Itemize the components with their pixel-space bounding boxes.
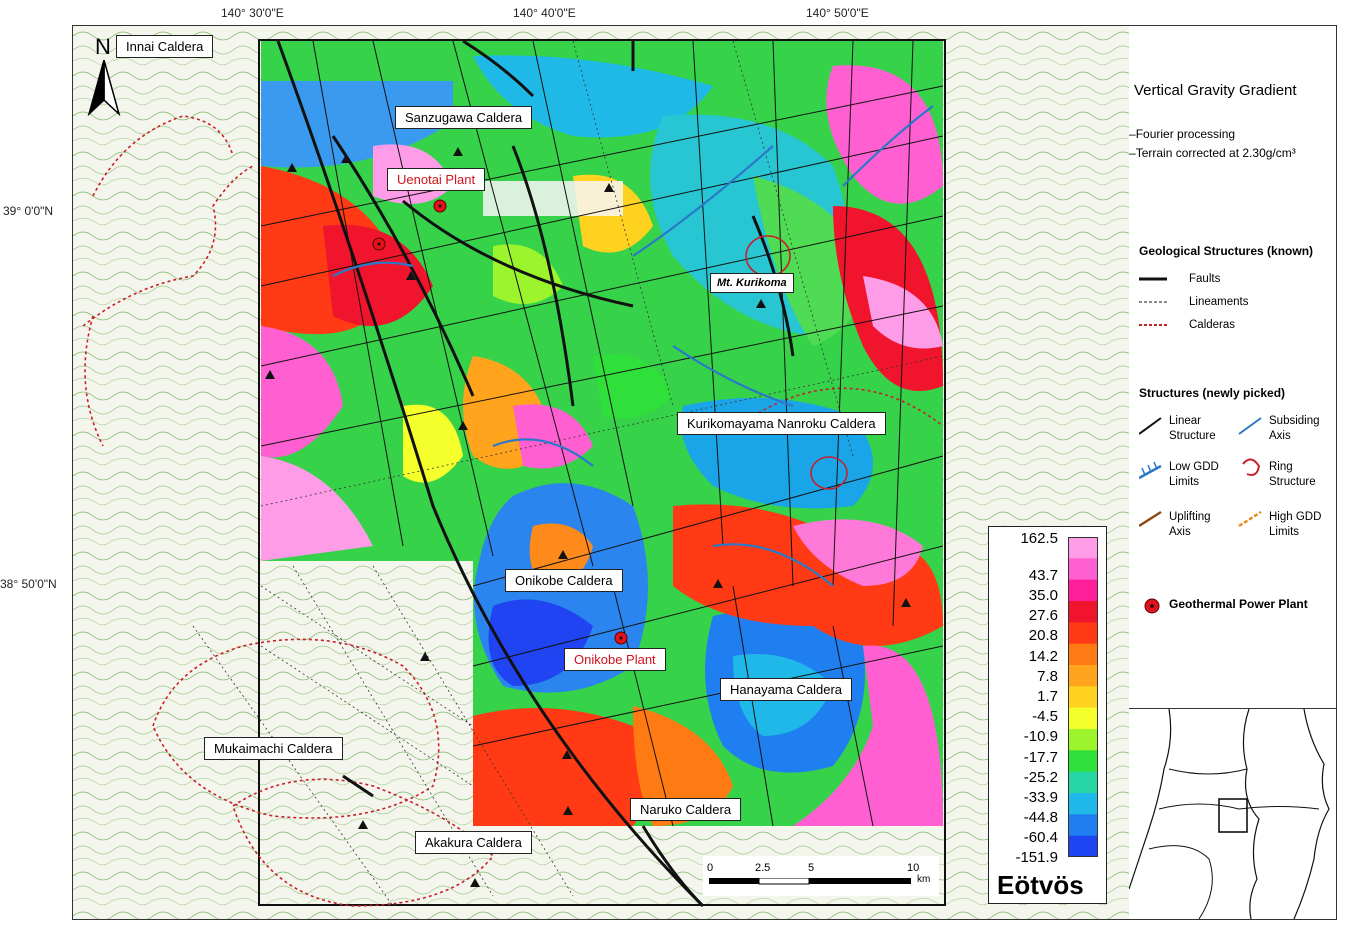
- callout-sanzugawa-caldera[interactable]: Sanzugawa Caldera: [395, 106, 533, 129]
- colorbar-label: -60.4: [1023, 829, 1058, 846]
- legend-lowgdd-line1: Low GDD: [1169, 461, 1219, 473]
- legend-subsiding-line2: Axis: [1269, 430, 1291, 442]
- legend-panel: Vertical Gravity Gradient –Fourier proce…: [1129, 25, 1337, 710]
- map-canvas: [73, 26, 1130, 919]
- callout-hanayama-caldera[interactable]: Hanayama Caldera: [720, 678, 853, 701]
- lon-label-40: 140° 40'0"E: [513, 6, 576, 20]
- colorbar-label: -151.9: [1015, 849, 1058, 866]
- colorbar-label: -44.8: [1023, 809, 1058, 826]
- colorbar-label: 14.2: [1028, 648, 1058, 665]
- scale-bar-graphic: [709, 878, 911, 885]
- legend-uplift-line1: Uplifting: [1169, 511, 1211, 523]
- colorbar: 162.5 43.7 35.0 27.6 20.8 14.2 7.8 1.7 -…: [988, 526, 1107, 904]
- north-arrow-icon: [87, 60, 121, 116]
- colorbar-label: 162.5: [1020, 530, 1058, 547]
- legend-linear-line1: Linear: [1169, 415, 1201, 427]
- colorbar-label: -25.2: [1023, 769, 1058, 786]
- colorbar-swatch: [1068, 686, 1098, 709]
- colorbar-swatch: [1068, 707, 1098, 730]
- legend-lineaments: Lineaments: [1189, 296, 1249, 308]
- colorbar-swatch: [1068, 814, 1098, 837]
- inset-locator-map: [1128, 708, 1337, 920]
- colorbar-swatch: [1068, 537, 1098, 559]
- colorbar-swatch: [1068, 750, 1098, 773]
- colorbar-label: 20.8: [1028, 627, 1058, 644]
- callout-naruko-caldera[interactable]: Naruko Caldera: [630, 798, 742, 821]
- legend-faults: Faults: [1189, 273, 1221, 285]
- legend-subsiding-axis: Subsiding Axis: [1269, 414, 1320, 444]
- colorbar-label: -10.9: [1023, 728, 1058, 745]
- colorbar-label: -4.5: [1032, 708, 1058, 725]
- colorbar-swatch: [1068, 835, 1098, 857]
- colorbar-swatch: [1068, 558, 1098, 581]
- colorbar-gradient: [1068, 537, 1098, 857]
- map-frame[interactable]: N Innai Caldera Sanzugawa Caldera Uenota…: [72, 25, 1131, 920]
- legend-uplifting-axis: Uplifting Axis: [1169, 510, 1211, 540]
- colorbar-swatch: [1068, 665, 1098, 687]
- lon-label-30: 140° 30'0"E: [221, 6, 284, 20]
- legend-subsiding-line1: Subsiding: [1269, 415, 1320, 427]
- colorbar-swatch: [1068, 601, 1098, 623]
- scale-bar: 0 2.5 5 10 km: [703, 856, 939, 896]
- geothermal-plant-icon: [1144, 598, 1160, 614]
- callout-innai-caldera[interactable]: Innai Caldera: [116, 35, 214, 58]
- colorbar-label: 27.6: [1028, 607, 1058, 624]
- legend-title: Vertical Gravity Gradient: [1134, 82, 1297, 99]
- lat-label-38-50: 38° 50'0"N: [0, 577, 57, 591]
- callout-akakura-caldera[interactable]: Akakura Caldera: [415, 831, 532, 854]
- legend-lowgdd-line2: Limits: [1169, 476, 1200, 488]
- callout-nanroku-caldera[interactable]: Kurikomayama Nanroku Caldera: [677, 412, 886, 435]
- callout-onikobe-plant[interactable]: Onikobe Plant: [564, 648, 666, 671]
- scale-tick-label: 0: [707, 862, 714, 874]
- legend-highgdd-line1: High GDD: [1269, 511, 1322, 523]
- colorbar-swatch: [1068, 793, 1098, 815]
- legend-ring-line1: Ring: [1269, 461, 1293, 473]
- legend-low-gdd: Low GDD Limits: [1169, 460, 1219, 490]
- lat-label-39-00: 39° 0'0"N: [3, 204, 54, 218]
- north-label: N: [95, 34, 111, 59]
- scale-tick-label: 10: [907, 862, 920, 874]
- legend-new-heading: Structures (newly picked): [1139, 386, 1286, 400]
- legend-note: –Terrain corrected at 2.30g/cm³: [1129, 146, 1296, 160]
- legend-calderas: Calderas: [1189, 319, 1236, 331]
- inset-study-area-box: [1218, 798, 1248, 833]
- legend-geothermal-plant: Geothermal Power Plant: [1169, 597, 1308, 611]
- colorbar-label: 7.8: [1037, 668, 1058, 685]
- legend-highgdd-line2: Limits: [1269, 526, 1300, 538]
- callout-uenotai-plant[interactable]: Uenotai Plant: [387, 168, 486, 191]
- scale-unit: km: [917, 874, 931, 885]
- colorbar-swatch: [1068, 729, 1098, 751]
- colorbar-swatch: [1068, 643, 1098, 666]
- legend-ring-line2: Structure: [1269, 476, 1316, 488]
- colorbar-label: -17.7: [1023, 749, 1058, 766]
- legend-high-gdd: High GDD Limits: [1269, 510, 1321, 540]
- legend-uplift-line2: Axis: [1169, 526, 1191, 538]
- legend-note-text: Fourier processing: [1135, 127, 1236, 141]
- colorbar-swatch: [1068, 622, 1098, 645]
- lon-label-50: 140° 50'0"E: [806, 6, 869, 20]
- legend-known-swatches: [1139, 277, 1167, 326]
- colorbar-unit: Eötvös: [997, 870, 1084, 900]
- legend-linear-structure: Linear Structure: [1169, 414, 1216, 444]
- colorbar-label: 1.7: [1037, 688, 1058, 705]
- legend-note: –Fourier processing: [1129, 127, 1236, 141]
- colorbar-label: -33.9: [1023, 789, 1058, 806]
- legend-linear-line2: Structure: [1169, 430, 1216, 442]
- colorbar-label: 35.0: [1028, 587, 1058, 604]
- callout-mukaimachi-caldera[interactable]: Mukaimachi Caldera: [204, 737, 343, 760]
- callout-mt-kurikoma[interactable]: Mt. Kurikoma: [710, 273, 794, 293]
- legend-ring-structure: Ring Structure: [1269, 460, 1316, 490]
- inset-map-outline: [1128, 708, 1330, 920]
- colorbar-label: 43.7: [1028, 567, 1058, 584]
- colorbar-swatch: [1068, 771, 1098, 794]
- scale-tick-label: 5: [808, 862, 815, 874]
- legend-known-heading: Geological Structures (known): [1139, 244, 1314, 258]
- callout-onikobe-caldera[interactable]: Onikobe Caldera: [505, 569, 623, 592]
- colorbar-swatch: [1068, 579, 1098, 602]
- legend-note-text: Terrain corrected at 2.30g/cm³: [1135, 146, 1296, 160]
- scale-tick-label: 2.5: [755, 862, 771, 874]
